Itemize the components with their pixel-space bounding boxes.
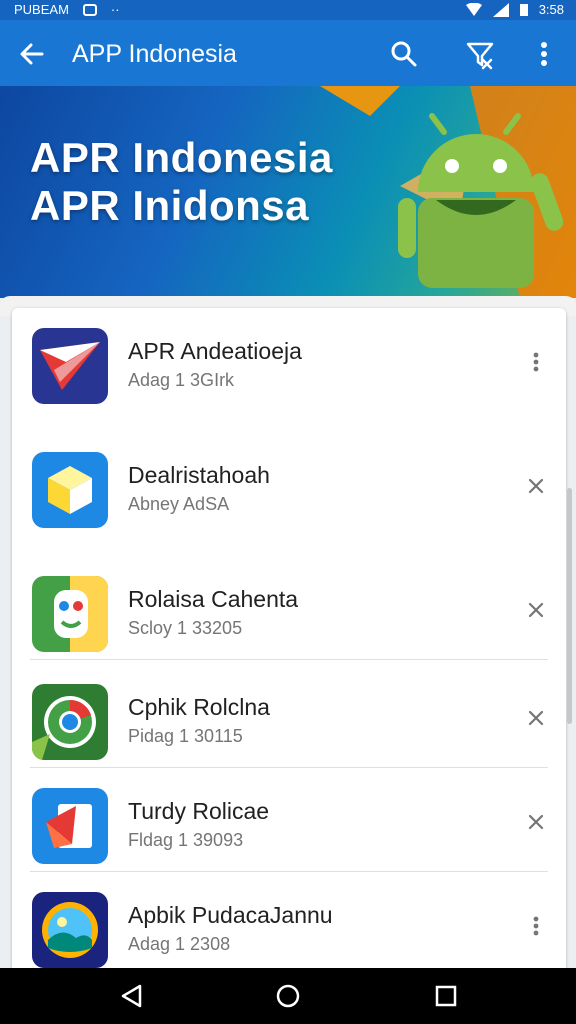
back-triangle-icon[interactable] bbox=[118, 982, 146, 1010]
app-subtitle: Pidag 1 30115 bbox=[128, 726, 243, 746]
sun-landscape-app-icon bbox=[32, 892, 108, 968]
banner-heading-line2: APR Inidonsa bbox=[30, 182, 310, 229]
app-name: Dealristahoah bbox=[128, 462, 270, 488]
close-icon[interactable] bbox=[526, 806, 546, 838]
status-bar: PUBEAM ·· 3:58 bbox=[0, 0, 576, 20]
app-subtitle: Fldag 1 39093 bbox=[128, 830, 244, 850]
filter-icon[interactable] bbox=[464, 38, 496, 70]
app-subtitle: Abney AdSA bbox=[128, 494, 230, 514]
list-item[interactable]: Turdy Rolicae Fldag 1 39093 bbox=[12, 768, 566, 872]
list-item[interactable]: APR Andeatioeja Adag 1 3GIrk bbox=[12, 308, 566, 412]
red-plane-app-icon bbox=[32, 328, 108, 404]
chrome-like-app-icon bbox=[32, 684, 108, 760]
app-subtitle: Scloy 1 33205 bbox=[128, 618, 243, 638]
signal-icon bbox=[492, 2, 509, 17]
list-item[interactable]: Dealristahoah Abney AdSA bbox=[12, 432, 566, 536]
notification-icon bbox=[82, 3, 97, 16]
more-vert-icon[interactable] bbox=[526, 910, 546, 942]
app-name: Rolaisa Cahenta bbox=[128, 586, 299, 612]
banner-heading-line1: APR Indonesia bbox=[30, 134, 333, 181]
app-name: Turdy Rolicae bbox=[128, 798, 270, 824]
page-title: APP Indonesia bbox=[72, 40, 237, 68]
home-circle-icon[interactable] bbox=[274, 982, 302, 1010]
scrollbar[interactable] bbox=[567, 488, 572, 724]
app-name: APR Andeatioeja bbox=[128, 338, 302, 364]
arrow-back-icon[interactable] bbox=[16, 38, 48, 70]
app-subtitle: Adag 1 2308 bbox=[128, 934, 231, 954]
battery-icon bbox=[519, 3, 528, 16]
system-nav-bar bbox=[0, 968, 576, 1024]
list-item[interactable]: Apbik PudacaJannu Adag 1 2308 bbox=[12, 872, 566, 976]
app-name: Apbik PudacaJannu bbox=[128, 902, 333, 928]
divider bbox=[30, 659, 548, 660]
document-app-icon bbox=[32, 788, 108, 864]
app-subtitle: Adag 1 3GIrk bbox=[128, 370, 235, 390]
android-robot-icon bbox=[398, 113, 564, 288]
more-vert-icon[interactable] bbox=[526, 346, 546, 378]
close-icon[interactable] bbox=[526, 594, 546, 626]
search-icon[interactable] bbox=[388, 38, 420, 70]
app-list: APR Andeatioeja Adag 1 3GIrk Dealristaho… bbox=[12, 308, 566, 988]
face-app-icon bbox=[32, 576, 108, 652]
recents-square-icon[interactable] bbox=[432, 982, 460, 1010]
close-icon[interactable] bbox=[526, 702, 546, 734]
more-vert-icon[interactable] bbox=[528, 38, 560, 70]
status-left-text: PUBEAM bbox=[14, 2, 69, 17]
list-item[interactable]: Cphik Rolclna Pidag 1 30115 bbox=[12, 664, 566, 768]
hero-banner: APR Indonesia APR Inidonsa bbox=[0, 86, 576, 298]
close-icon[interactable] bbox=[526, 470, 546, 502]
list-item[interactable]: Rolaisa Cahenta Scloy 1 33205 bbox=[12, 556, 566, 660]
status-time: 3:58 bbox=[538, 2, 564, 17]
app-name: Cphik Rolclna bbox=[128, 694, 270, 720]
dots-icon: ·· bbox=[110, 2, 120, 17]
yellow-cube-app-icon bbox=[32, 452, 108, 528]
wifi-icon bbox=[465, 2, 482, 16]
app-bar: APP Indonesia bbox=[0, 20, 576, 86]
